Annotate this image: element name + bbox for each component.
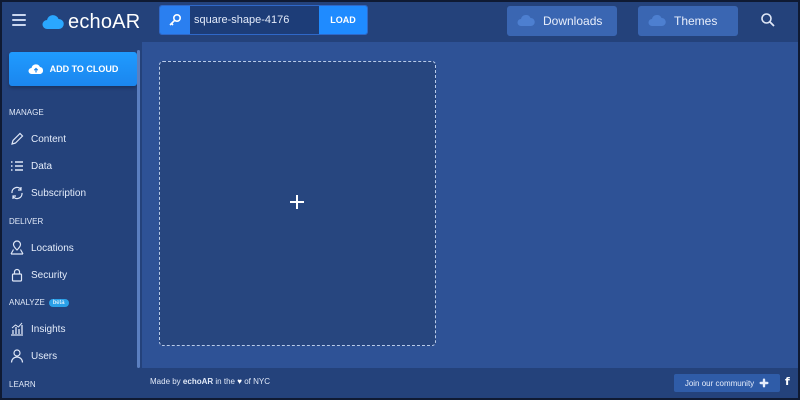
sidebar-item-label: Security	[31, 269, 68, 281]
refresh-icon	[11, 186, 23, 200]
facebook-icon[interactable]: f	[785, 375, 790, 388]
sidebar-item-label: Subscription	[31, 187, 87, 199]
upload-dropzone[interactable]	[159, 61, 436, 346]
themes-button[interactable]: Themes	[638, 6, 738, 36]
sidebar-item-label: Insights	[31, 323, 66, 335]
api-key-box: LOAD	[159, 5, 368, 35]
app-name: echoAR	[68, 10, 141, 33]
footer-brand: echoAR	[182, 377, 214, 386]
map-pin-icon	[10, 240, 24, 255]
section-analyze-label: ANALYZE	[9, 298, 45, 307]
footer: Made by echoAR in the ♥ of NYC Join our …	[142, 368, 798, 398]
sidebar-item-data[interactable]: Data	[9, 157, 52, 175]
search-icon[interactable]	[760, 12, 776, 28]
sidebar-item-label: Content	[31, 133, 67, 145]
sidebar-scrollbar[interactable]	[137, 50, 140, 368]
downloads-label: Downloads	[543, 14, 603, 28]
add-to-cloud-button[interactable]: ADD TO CLOUD	[9, 52, 137, 86]
themes-label: Themes	[674, 14, 718, 28]
sidebar-item-label: Locations	[31, 242, 74, 254]
api-key-input[interactable]	[194, 6, 318, 34]
key-button[interactable]	[160, 6, 190, 34]
footer-of-nyc: of NYC	[244, 377, 270, 386]
sidebar: ADD TO CLOUD MANAGE Content Data Subscri…	[2, 42, 142, 398]
sidebar-item-security[interactable]: Security	[9, 266, 67, 284]
section-manage: MANAGE	[9, 108, 44, 117]
sidebar-item-subscription[interactable]: Subscription	[9, 184, 86, 202]
cloud-logo-icon	[42, 15, 64, 29]
app-window: echoAR LOAD Downloads Themes	[2, 2, 798, 398]
sidebar-item-insights[interactable]: Insights	[9, 320, 65, 338]
load-button[interactable]: LOAD	[319, 6, 367, 34]
hamburger-icon[interactable]	[12, 14, 26, 28]
sidebar-item-users[interactable]: Users	[9, 347, 57, 365]
sidebar-item-label: Users	[31, 350, 58, 362]
sidebar-item-locations[interactable]: Locations	[9, 239, 74, 257]
plus-icon	[290, 195, 304, 209]
join-community-button[interactable]: Join our community	[674, 374, 780, 392]
pencil-icon	[11, 132, 24, 145]
section-learn: LEARN	[9, 380, 36, 389]
bar-chart-icon	[11, 322, 23, 336]
lock-icon	[11, 268, 23, 282]
footer-made-by: Made by	[150, 377, 181, 386]
cloud-upload-icon	[28, 64, 43, 74]
slack-icon	[759, 378, 769, 388]
logo[interactable]: echoAR	[42, 10, 140, 34]
beta-badge: beta	[48, 298, 69, 307]
user-icon	[10, 349, 24, 363]
section-analyze: ANALYZE beta	[9, 298, 69, 307]
community-label: Join our community	[684, 378, 755, 388]
top-bar: echoAR LOAD Downloads Themes	[2, 2, 798, 42]
sidebar-item-label: Data	[31, 160, 53, 172]
heart-icon: ♥	[237, 377, 242, 386]
key-icon	[169, 13, 182, 26]
sidebar-item-content[interactable]: Content	[9, 130, 66, 148]
downloads-button[interactable]: Downloads	[507, 6, 617, 36]
palette-icon	[648, 15, 666, 26]
add-to-cloud-label: ADD TO CLOUD	[49, 64, 119, 74]
footer-in-the: in the	[215, 377, 235, 386]
section-deliver: DELIVER	[9, 217, 44, 226]
list-icon	[11, 161, 23, 171]
cloud-download-icon	[517, 15, 535, 26]
footer-credit: Made by echoAR in the ♥ of NYC	[150, 377, 270, 386]
